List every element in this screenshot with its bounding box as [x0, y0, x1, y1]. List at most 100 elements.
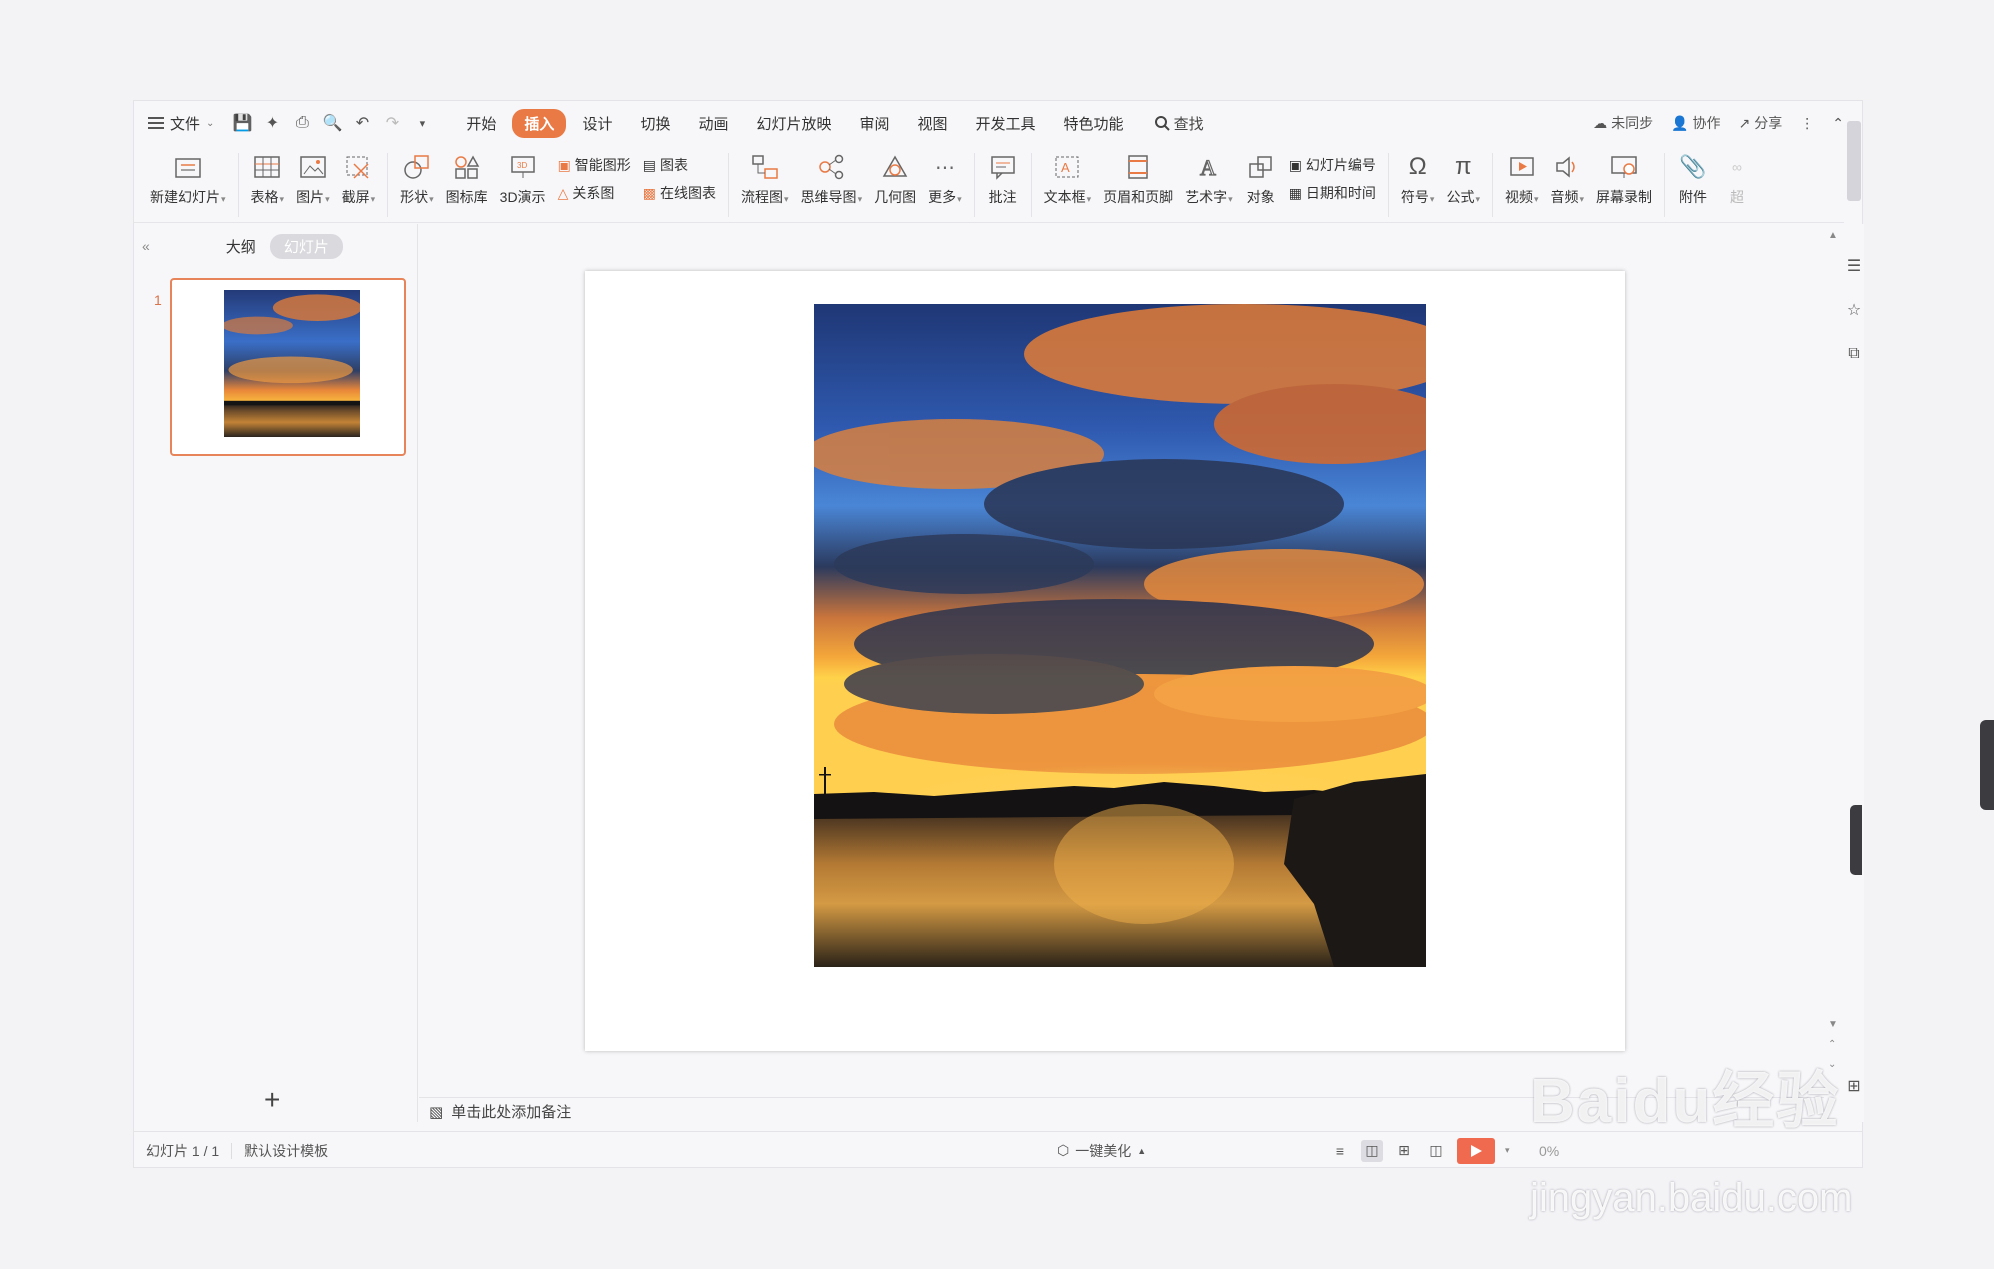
mindmap-button[interactable]: 思维导图▾ [795, 145, 869, 207]
header-footer-button[interactable]: 页眉和页脚 [1097, 145, 1179, 207]
add-slide-button[interactable]: + [264, 1084, 280, 1116]
insert-ribbon: 新建幻灯片▾ 表格▾ 图片▾ 截屏▾ 形状▾ 图标库 3D 3D演示 ▣ 智能图… [134, 145, 1844, 223]
table-button[interactable]: 表格▾ [245, 145, 291, 207]
print-preview-icon[interactable]: 🔍 [320, 111, 344, 135]
tab-review[interactable]: 审阅 [848, 109, 902, 138]
link-icon: ∞ [1732, 159, 1743, 175]
screen-record-button[interactable]: 屏幕录制 [1590, 145, 1658, 207]
collab-button[interactable]: 👤 协作 [1671, 113, 1720, 133]
slide-thumbnail[interactable] [170, 278, 406, 456]
relation-chart-button[interactable]: △ 关系图 [558, 183, 631, 203]
tab-design[interactable]: 设计 [570, 109, 624, 138]
slide[interactable] [585, 271, 1625, 1051]
chart-group: ▤ 图表 ▩ 在线图表 [637, 145, 722, 203]
slide-thumbnail-number: 1 [154, 292, 162, 308]
datetime-button[interactable]: ▦ 日期和时间 [1289, 183, 1376, 203]
ribbon-divider [973, 153, 975, 217]
flowchart-button[interactable]: 流程图▾ [735, 145, 795, 207]
ribbon-divider [387, 153, 389, 217]
tab-slideshow[interactable]: 幻灯片放映 [744, 109, 843, 138]
prev-slide-icon[interactable]: ⌃ [1828, 1039, 1836, 1050]
video-label: 视频 [1504, 189, 1533, 205]
screenshot-label: 截屏 [341, 189, 370, 205]
redo-icon[interactable]: ↷ [380, 111, 404, 135]
hyperlink-button[interactable]: ∞ 超 [1715, 145, 1759, 207]
video-button[interactable]: 视频▾ [1499, 145, 1545, 207]
grid-icon[interactable]: ⊞ [1842, 1074, 1866, 1098]
side-handle[interactable] [1980, 720, 1994, 810]
ribbon-tabs: 开始 插入 设计 切换 动画 幻灯片放映 审阅 视图 开发工具 特色功能 [454, 108, 1136, 138]
shape-button[interactable]: 形状▾ [394, 145, 440, 207]
tab-features[interactable]: 特色功能 [1052, 109, 1136, 138]
play-slideshow-button[interactable] [1457, 1137, 1495, 1164]
outline-tab[interactable]: 大纲 [226, 236, 256, 257]
tab-view[interactable]: 视图 [906, 109, 960, 138]
reading-view-icon[interactable]: ◫ [1425, 1140, 1447, 1162]
sunset-river-photo[interactable] [814, 304, 1426, 967]
tab-developer[interactable]: 开发工具 [964, 109, 1048, 138]
template-name[interactable]: 默认设计模板 [232, 1141, 340, 1161]
sorter-view-icon[interactable]: ⊞ [1393, 1140, 1415, 1162]
scroll-down-icon[interactable]: ▼ [1828, 1019, 1838, 1030]
scroll-up-icon[interactable]: ▲ [1828, 230, 1838, 241]
slides-tab[interactable]: 幻灯片 [269, 233, 343, 259]
collapse-panel-icon[interactable]: « [142, 238, 150, 254]
tab-insert[interactable]: 插入 [512, 108, 567, 138]
property-settings-icon[interactable]: ☰ [1842, 254, 1866, 278]
format-painter-icon[interactable]: ✦ [260, 111, 284, 135]
slide-number-button[interactable]: ▣ 幻灯片编号 [1289, 155, 1376, 175]
side-handle[interactable] [1850, 805, 1862, 875]
print-icon[interactable]: ⎙ [290, 111, 314, 135]
normal-view-icon[interactable]: ◫ [1361, 1139, 1383, 1162]
scissors-icon [342, 151, 374, 183]
tab-transitions[interactable]: 切换 [628, 109, 682, 138]
ribbon-divider [728, 153, 730, 217]
undo-icon[interactable]: ↶ [350, 111, 374, 135]
online-chart-icon: ▩ [642, 184, 657, 201]
symbol-button[interactable]: Ω 符号▾ [1395, 145, 1441, 207]
3d-demo-button[interactable]: 3D 3D演示 [494, 145, 552, 207]
geometry-button[interactable]: 几何图 [868, 145, 922, 207]
more-label: 更多 [928, 189, 957, 205]
sync-button[interactable]: ☁ 未同步 [1593, 113, 1653, 133]
share-button[interactable]: ↗ 分享 [1739, 113, 1783, 133]
play-options-icon[interactable]: ▾ [1505, 1145, 1510, 1156]
smart-art-button[interactable]: ▣ 智能图形 [558, 155, 631, 175]
flowchart-label: 流程图 [741, 189, 784, 205]
app-window: 文件 ⌄ 💾 ✦ ⎙ 🔍 ↶ ↷ ▾ 开始 插入 设计 切换 动画 幻灯片放映 … [133, 100, 1866, 1168]
audio-button[interactable]: 音频▾ [1545, 145, 1591, 207]
customize-toolbar-icon[interactable]: ▾ [410, 111, 434, 135]
textbox-button[interactable]: A 文本框▾ [1038, 145, 1098, 207]
more-options-button[interactable]: ⋮ [1800, 115, 1814, 132]
object-button[interactable]: 对象 [1239, 145, 1283, 207]
cloud-icon: ☁ [1593, 114, 1608, 131]
vertical-scrollbar[interactable]: ▲ ▼ ⌃ ⌄ [1824, 224, 1844, 1084]
chart-button[interactable]: ▤ 图表 [643, 155, 716, 175]
file-menu-button[interactable]: 文件 ⌄ [134, 101, 224, 145]
screenshot-button[interactable]: 截屏▾ [336, 145, 382, 207]
formula-button[interactable]: π 公式▾ [1440, 145, 1486, 207]
comment-button[interactable]: 批注 [981, 145, 1025, 207]
more-button[interactable]: ⋯ 更多▾ [922, 145, 968, 207]
ribbon-scroll-handle[interactable] [1847, 121, 1861, 201]
picture-button[interactable]: 图片▾ [290, 145, 336, 207]
search-button[interactable]: 查找 [1154, 113, 1204, 134]
save-icon[interactable]: 💾 [230, 111, 254, 135]
object-label: 对象 [1246, 189, 1275, 205]
relation-chart-label: 关系图 [572, 185, 615, 201]
new-slide-button[interactable]: 新建幻灯片▾ [144, 145, 232, 207]
collapse-ribbon-button[interactable]: ⌃ [1832, 115, 1844, 132]
zoom-level[interactable]: 0% [1539, 1143, 1559, 1159]
tab-home[interactable]: 开始 [454, 109, 508, 138]
notes-toggle-icon[interactable]: ≡ [1329, 1140, 1351, 1162]
beautify-button[interactable]: ⬡ 一键美化 ▲ [1057, 1141, 1146, 1161]
svg-text:A: A [1061, 160, 1070, 175]
datetime-label: 日期和时间 [1305, 185, 1376, 201]
tab-animations[interactable]: 动画 [686, 109, 740, 138]
icon-library-button[interactable]: 图标库 [440, 145, 494, 207]
wordart-button[interactable]: A 艺术字▾ [1179, 145, 1239, 207]
animation-star-icon[interactable]: ☆ [1842, 298, 1866, 322]
online-chart-button[interactable]: ▩ 在线图表 [643, 183, 716, 203]
transition-icon[interactable]: ⧉ [1842, 342, 1866, 366]
attachment-button[interactable]: 📎 附件 [1671, 145, 1715, 207]
